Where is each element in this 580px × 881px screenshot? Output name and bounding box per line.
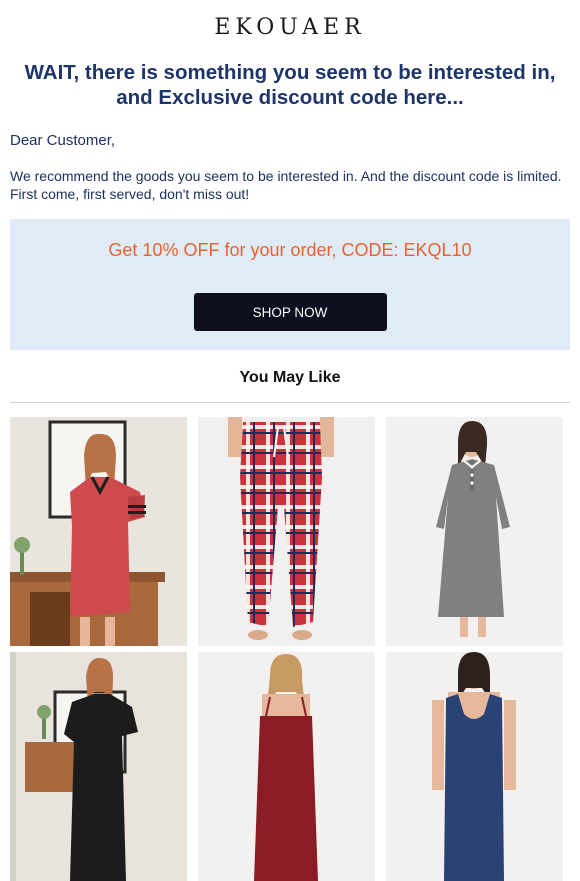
- headline: WAIT, there is something you seem to be …: [24, 61, 556, 109]
- divider: [10, 402, 570, 403]
- product-card[interactable]: [386, 417, 563, 646]
- header: EKOUAER: [0, 0, 580, 52]
- product-card[interactable]: [386, 652, 563, 881]
- product-grid: [10, 417, 580, 881]
- product-image: [198, 417, 375, 646]
- discount-code-text: Get 10% OFF for your order, CODE: EKQL10: [108, 240, 472, 260]
- section-title: You May Like: [239, 369, 341, 386]
- product-image: [10, 417, 187, 646]
- product-image: [386, 652, 563, 881]
- product-image: [386, 417, 563, 646]
- product-card[interactable]: [198, 417, 375, 646]
- product-image: [10, 652, 187, 881]
- product-card[interactable]: [198, 652, 375, 881]
- product-card[interactable]: [10, 652, 187, 881]
- greeting: Dear Customer,: [10, 132, 116, 149]
- brand-logo[interactable]: EKOUAER: [214, 15, 365, 40]
- product-card[interactable]: [10, 417, 187, 646]
- product-image: [198, 652, 375, 881]
- intro-text: We recommend the goods you seem to be in…: [10, 168, 562, 202]
- promo-banner: Get 10% OFF for your order, CODE: EKQL10…: [10, 219, 570, 350]
- shop-now-button[interactable]: SHOP NOW: [193, 293, 387, 331]
